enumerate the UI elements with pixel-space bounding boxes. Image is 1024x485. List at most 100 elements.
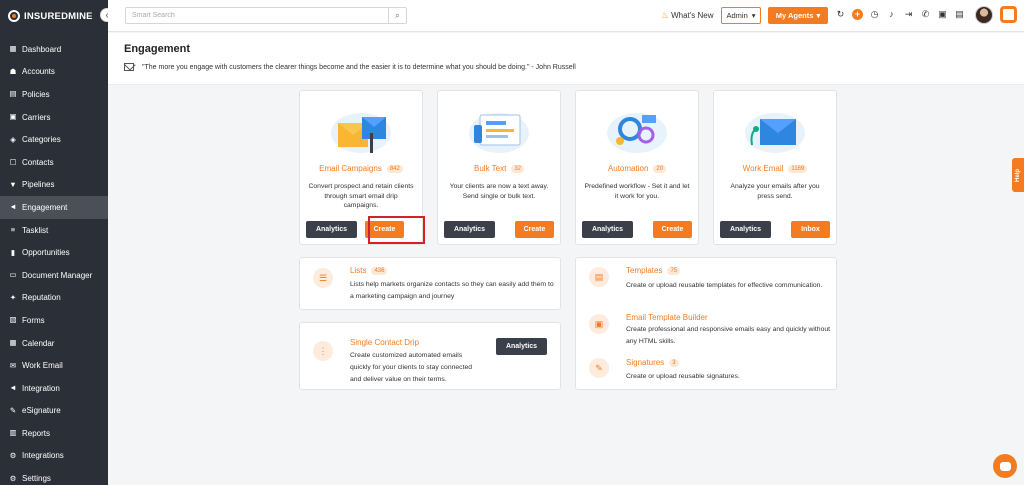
megaphone-icon: ◄ xyxy=(9,202,17,212)
drip-description: Create customized automated emails quick… xyxy=(350,352,473,383)
count-badge: 3 xyxy=(669,358,679,367)
lists-card[interactable]: ☰ Lists 436 Lists help markets organize c… xyxy=(299,257,561,310)
sidebar-item-label: Pipelines xyxy=(22,180,55,190)
card-title-text: Automation xyxy=(607,164,649,173)
sidebar-item-categories[interactable]: ◈ Categories xyxy=(0,128,108,151)
sidebar-item-label: Document Manager xyxy=(22,270,93,280)
template-builder-description: Create professional and responsive email… xyxy=(626,326,831,345)
automation-illustration xyxy=(576,101,698,157)
chat-launcher[interactable] xyxy=(993,454,1017,478)
card-title[interactable]: Automation 20 xyxy=(576,164,698,173)
contact-icon: ▢ xyxy=(9,157,17,167)
templates-icon: ▤ xyxy=(589,267,609,287)
sidebar-item-integrations[interactable]: ⚙ Integrations xyxy=(0,445,108,468)
chip-icon[interactable]: ▣ xyxy=(937,9,948,20)
sidebar-item-contacts[interactable]: ▢ Contacts xyxy=(0,151,108,174)
card-title[interactable]: Email Campaigns 842 xyxy=(300,164,422,173)
sidebar-item-tasklist[interactable]: ≡ Tasklist xyxy=(0,219,108,242)
sidebar-item-engagement[interactable]: ◄ Engagement xyxy=(0,196,108,219)
folder-icon: ▭ xyxy=(9,270,17,280)
sidebar-item-forms[interactable]: ▧ Forms xyxy=(0,309,108,332)
gear-icon: ⚙ xyxy=(9,473,17,483)
sidebar-item-reputation[interactable]: ✦ Reputation xyxy=(0,287,108,310)
role-select[interactable]: Admin ▾ xyxy=(721,7,761,24)
help-tab[interactable]: Help xyxy=(1012,158,1024,192)
add-icon[interactable]: + xyxy=(852,9,863,20)
phone-icon[interactable]: ✆ xyxy=(920,9,931,20)
users-icon: ☗ xyxy=(9,66,17,76)
signatures-description: Create or upload reusable signatures. xyxy=(626,373,740,380)
analytics-button[interactable]: Analytics xyxy=(582,221,633,238)
work-email-illustration xyxy=(714,101,836,157)
sidebar-item-opportunities[interactable]: ▮ Opportunities xyxy=(0,241,108,264)
templates-title[interactable]: Templates 75 xyxy=(626,266,681,275)
sidebar-item-work-email[interactable]: ✉ Work Email xyxy=(0,354,108,377)
create-button-highlight xyxy=(368,216,425,244)
card-title[interactable]: Work Email 1169 xyxy=(714,164,836,173)
bulk-text-card: Bulk Text 32 Your clients are now a text … xyxy=(437,90,561,245)
smart-search: ⌕ xyxy=(125,7,407,24)
sidebar-item-label: Reports xyxy=(22,428,51,438)
grid-icon: ▦ xyxy=(9,44,17,54)
page-header: Engagement "The more you engage with cus… xyxy=(108,33,1024,85)
sidebar-item-calendar[interactable]: ▦ Calendar xyxy=(0,332,108,355)
whats-new-label: What's New xyxy=(671,11,714,20)
refresh-icon[interactable]: ↻ xyxy=(835,9,846,20)
sidebar-item-label: Tasklist xyxy=(22,225,49,235)
file-icon: ▤ xyxy=(9,89,17,99)
sidebar-item-document-manager[interactable]: ▭ Document Manager xyxy=(0,264,108,287)
sidebar-item-label: Work Email xyxy=(22,361,63,371)
signatures-title[interactable]: Signatures 3 xyxy=(626,358,679,367)
search-input[interactable] xyxy=(126,8,388,23)
drip-icon: ⋮ xyxy=(313,341,333,361)
my-agents-label: My Agents xyxy=(775,11,814,20)
clock-icon[interactable]: ◷ xyxy=(869,9,880,20)
drip-analytics-button[interactable]: Analytics xyxy=(496,338,547,355)
whats-new-link[interactable]: ♨ What's New xyxy=(661,10,714,21)
sidebar-item-policies[interactable]: ▤ Policies xyxy=(0,83,108,106)
exit-icon[interactable]: ⇥ xyxy=(903,9,914,20)
card-title-text: Email Campaigns xyxy=(319,164,382,173)
card-title[interactable]: Bulk Text 32 xyxy=(438,164,560,173)
single-contact-drip-card[interactable]: ⋮ Single Contact Drip Create customized … xyxy=(299,322,561,390)
create-button[interactable]: Create xyxy=(515,221,554,238)
drip-title[interactable]: Single Contact Drip xyxy=(350,338,419,347)
templates-group-card: ▤ Templates 75 Create or upload reusable … xyxy=(575,257,837,390)
calculator-icon[interactable]: ▤ xyxy=(954,9,965,20)
my-agents-button[interactable]: My Agents ▾ xyxy=(768,7,828,24)
sidebar-item-dashboard[interactable]: ▦ Dashboard xyxy=(0,38,108,61)
sidebar-item-carriers[interactable]: ▣ Carriers xyxy=(0,106,108,129)
search-icon[interactable]: ⌕ xyxy=(388,8,406,23)
inbox-button[interactable]: Inbox xyxy=(791,221,830,238)
sidebar-item-label: Integrations xyxy=(22,451,64,461)
sidebar-item-label: Calendar xyxy=(22,338,55,348)
sidebar-item-integration[interactable]: ◄ Integration xyxy=(0,377,108,400)
bulk-text-illustration xyxy=(438,101,560,157)
lists-title[interactable]: Lists 436 xyxy=(350,266,388,275)
quote-text: "The more you engage with customers the … xyxy=(142,63,576,71)
templates-description: Create or upload reusable templates for … xyxy=(626,282,823,289)
card-description: Predefined workflow - Set it and let it … xyxy=(584,183,690,200)
bell-icon[interactable]: ♪ xyxy=(886,9,897,20)
template-builder-title[interactable]: Email Template Builder xyxy=(626,313,708,322)
sidebar-item-accounts[interactable]: ☗ Accounts xyxy=(0,61,108,84)
sidebar-item-pipelines[interactable]: ▼ Pipelines xyxy=(0,174,108,197)
sidebar-item-label: Carriers xyxy=(22,112,51,122)
count-badge: 20 xyxy=(653,164,667,173)
analytics-button[interactable]: Analytics xyxy=(720,221,771,238)
card-description: Convert prospect and retain clients thro… xyxy=(308,183,414,209)
card-actions: Analytics Create xyxy=(444,221,554,238)
collapse-sidebar-icon[interactable]: ‹ xyxy=(100,8,108,22)
sidebar-item-settings[interactable]: ⚙ Settings xyxy=(0,467,108,485)
user-avatar[interactable] xyxy=(975,6,993,24)
analytics-button[interactable]: Analytics xyxy=(444,221,495,238)
brand-logo[interactable]: INSUREDMINE ‹ xyxy=(0,0,108,32)
sidebar-item-esignature[interactable]: ✎ eSignature xyxy=(0,400,108,423)
app-switcher-icon[interactable] xyxy=(1000,6,1017,23)
create-button[interactable]: Create xyxy=(653,221,692,238)
card-title-text: Bulk Text xyxy=(474,164,507,173)
sidebar-item-reports[interactable]: ▥ Reports xyxy=(0,422,108,445)
analytics-button[interactable]: Analytics xyxy=(306,221,357,238)
sidebar-item-label: Forms xyxy=(22,315,45,325)
count-badge: 436 xyxy=(371,266,388,275)
